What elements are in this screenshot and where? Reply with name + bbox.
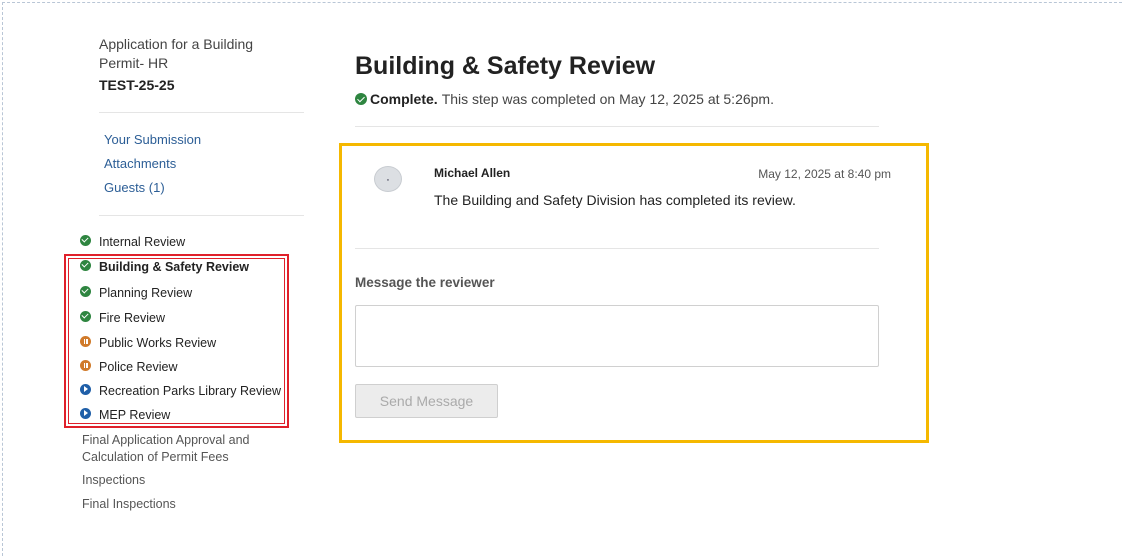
later-step-final-inspections: Final Inspections [82,497,176,511]
status-text: This step was completed on May 12, 2025 … [441,91,774,107]
page-title: Building & Safety Review [355,52,656,80]
submission-links: Your Submission Attachments Guests (1) [104,131,201,203]
link-guests[interactable]: Guests (1) [104,179,201,203]
sidebar-divider [99,215,304,216]
step-internal-review[interactable]: Internal Review [80,232,185,252]
step-label: Internal Review [99,235,186,249]
link-your-submission[interactable]: Your Submission [104,131,201,155]
send-message-button[interactable]: Send Message [355,384,498,418]
later-step-inspections: Inspections [82,473,146,487]
later-step-final-approval: Final Application Approval and Calculati… [82,433,250,464]
status-label: Complete. [370,91,438,107]
highlight-box-steps [64,254,289,428]
comment-author: Michael Allen [434,166,511,180]
message-input[interactable] [355,305,879,367]
main-divider [355,126,879,127]
avatar: ● [374,166,402,192]
message-label: Message the reviewer [355,275,495,290]
link-attachments[interactable]: Attachments [104,155,201,179]
check-circle-icon [355,93,367,105]
comment-timestamp: May 12, 2025 at 8:40 pm [758,167,891,181]
record-id: TEST-25-25 [99,77,175,93]
sidebar-divider [99,112,304,113]
application-title: Application for a Building Permit- HR [99,36,254,71]
avatar-logo-icon: ● [386,176,390,182]
sidebar: Application for a Building Permit- HR TE… [0,0,310,558]
step-status: Complete. This step was completed on May… [355,91,774,107]
comment-text: The Building and Safety Division has com… [434,192,796,208]
check-circle-icon [80,234,91,246]
comment-divider [355,248,879,249]
